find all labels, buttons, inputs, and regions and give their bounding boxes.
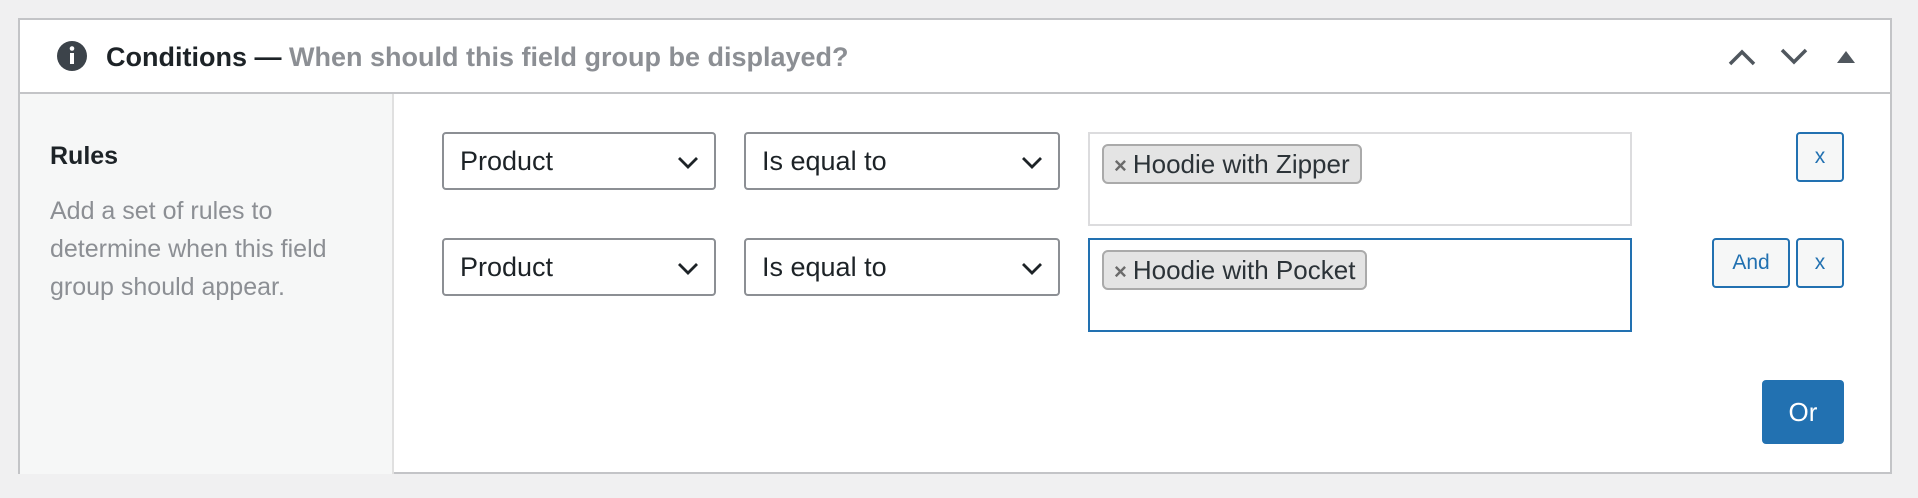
rule-2-remove-button[interactable]: x [1796, 238, 1844, 288]
rule-1-value-tag: × Hoodie with Zipper [1102, 144, 1362, 184]
rules-sidebar: Rules Add a set of rules to determine wh… [20, 94, 394, 474]
panel-title-main: Conditions — [106, 42, 282, 72]
move-down-button[interactable] [1776, 42, 1812, 72]
chevron-up-icon [1728, 49, 1756, 66]
rule-1-param-select[interactable]: Product [442, 132, 716, 190]
rule-1-operator-value: Is equal to [762, 146, 887, 176]
rule-2-and-button[interactable]: And [1712, 238, 1790, 288]
rule-2-tag-label: Hoodie with Pocket [1132, 255, 1356, 285]
tag-remove-icon[interactable]: × [1114, 153, 1127, 178]
rule-2-value-tag: × Hoodie with Pocket [1102, 250, 1368, 290]
toggle-panel-button[interactable] [1828, 42, 1864, 72]
rule-1-remove-button[interactable]: x [1796, 132, 1844, 182]
rules-title: Rules [50, 142, 119, 170]
chevron-down-icon [678, 157, 698, 169]
rule-2-param-value: Product [460, 252, 554, 282]
rule-2-value-multiselect[interactable]: × Hoodie with Pocket [1088, 238, 1632, 332]
panel-header: Conditions — When should this field grou… [20, 20, 1890, 94]
chevron-down-icon [1022, 157, 1042, 169]
rule-2-param-select[interactable]: Product [442, 238, 716, 296]
chevron-down-icon [1780, 48, 1808, 65]
chevron-down-icon [678, 263, 698, 275]
panel-title: Conditions — When should this field grou… [106, 40, 849, 74]
add-or-group-button[interactable]: Or [1762, 380, 1844, 444]
rule-1-tag-label: Hoodie with Zipper [1132, 149, 1350, 179]
info-icon [57, 41, 87, 71]
triangle-up-icon [1837, 51, 1855, 63]
rule-1-operator-select[interactable]: Is equal to [744, 132, 1060, 190]
rule-1-value-multiselect[interactable]: × Hoodie with Zipper [1088, 132, 1632, 226]
chevron-down-icon [1022, 263, 1042, 275]
tag-remove-icon[interactable]: × [1114, 259, 1127, 284]
rule-1-param-value: Product [460, 146, 554, 176]
conditions-panel: Conditions — When should this field grou… [18, 18, 1892, 474]
move-up-button[interactable] [1724, 42, 1760, 72]
rule-2-operator-value: Is equal to [762, 252, 887, 282]
rule-2-operator-select[interactable]: Is equal to [744, 238, 1060, 296]
panel-title-subtitle: When should this field group be displaye… [289, 42, 849, 72]
rules-description: Add a set of rules to determine when thi… [50, 197, 327, 301]
